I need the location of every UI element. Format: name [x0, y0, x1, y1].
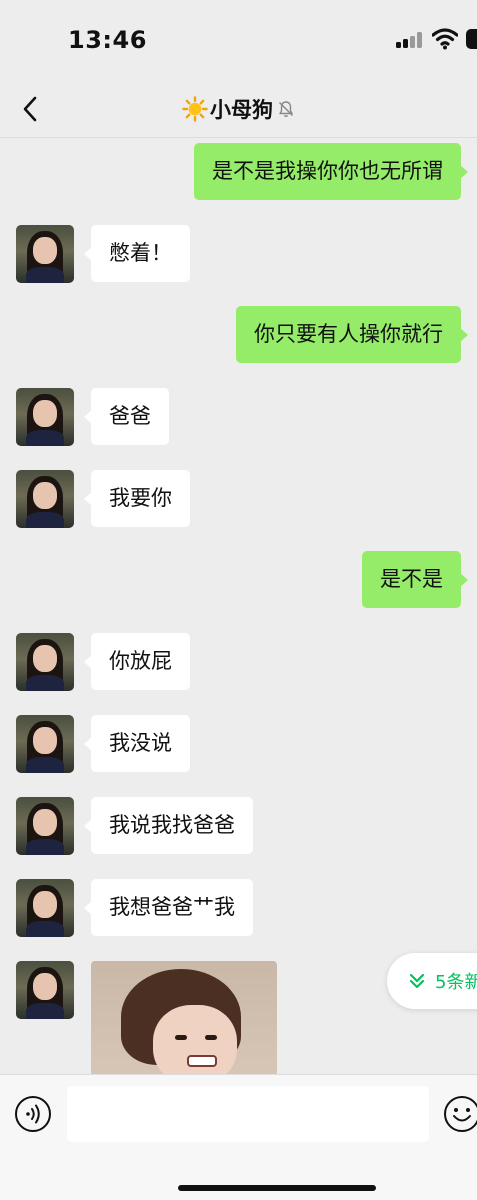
message-bubble-incoming[interactable]: 你放屁 [84, 633, 190, 690]
contact-avatar[interactable] [16, 961, 74, 1019]
new-messages-button[interactable]: 5条新 [387, 953, 477, 1009]
contact-name: 小母狗 [210, 98, 273, 122]
home-indicator [178, 1185, 376, 1191]
contact-avatar[interactable] [16, 388, 74, 446]
input-bar [0, 1074, 477, 1200]
message-bubble-incoming[interactable]: 我要你 [84, 470, 190, 527]
status-bar: 13:46 [0, 0, 477, 84]
message-bubble-incoming[interactable]: 我想爸爸艹我 [84, 879, 253, 936]
sticker-image[interactable] [91, 961, 277, 1074]
status-time: 13:46 [68, 26, 147, 54]
contact-avatar[interactable] [16, 470, 74, 528]
battery-icon [466, 29, 477, 49]
sun-icon [182, 96, 208, 122]
message-bubble-outgoing[interactable]: 是不是 [362, 551, 468, 608]
chat-title[interactable]: 小母狗 [0, 92, 477, 126]
message-list[interactable]: 是不是我操你你也无所谓 憋着！ 你只要有人操你就行 爸爸 我要你 是不是 你放屁… [0, 139, 477, 1074]
chat-header: 小母狗 [0, 84, 477, 138]
double-chevron-down-icon [409, 973, 425, 989]
contact-avatar[interactable] [16, 715, 74, 773]
message-bubble-incoming[interactable]: 憋着！ [84, 225, 190, 282]
message-input[interactable] [67, 1086, 429, 1142]
contact-avatar[interactable] [16, 797, 74, 855]
contact-avatar[interactable] [16, 633, 74, 691]
message-bubble-outgoing[interactable]: 是不是我操你你也无所谓 [194, 143, 468, 200]
voice-icon[interactable] [14, 1095, 52, 1133]
message-bubble-incoming[interactable]: 我没说 [84, 715, 190, 772]
message-bubble-outgoing[interactable]: 你只要有人操你就行 [236, 306, 468, 363]
new-messages-label: 5条新 [435, 972, 477, 993]
message-bubble-incoming[interactable]: 我说我找爸爸 [84, 797, 253, 854]
contact-avatar[interactable] [16, 225, 74, 283]
bell-muted-icon [279, 101, 293, 117]
emoji-icon[interactable] [443, 1095, 477, 1133]
message-bubble-incoming[interactable]: 爸爸 [84, 388, 169, 445]
cellular-signal-icon [396, 32, 424, 48]
contact-avatar[interactable] [16, 879, 74, 937]
wifi-icon [432, 28, 458, 50]
